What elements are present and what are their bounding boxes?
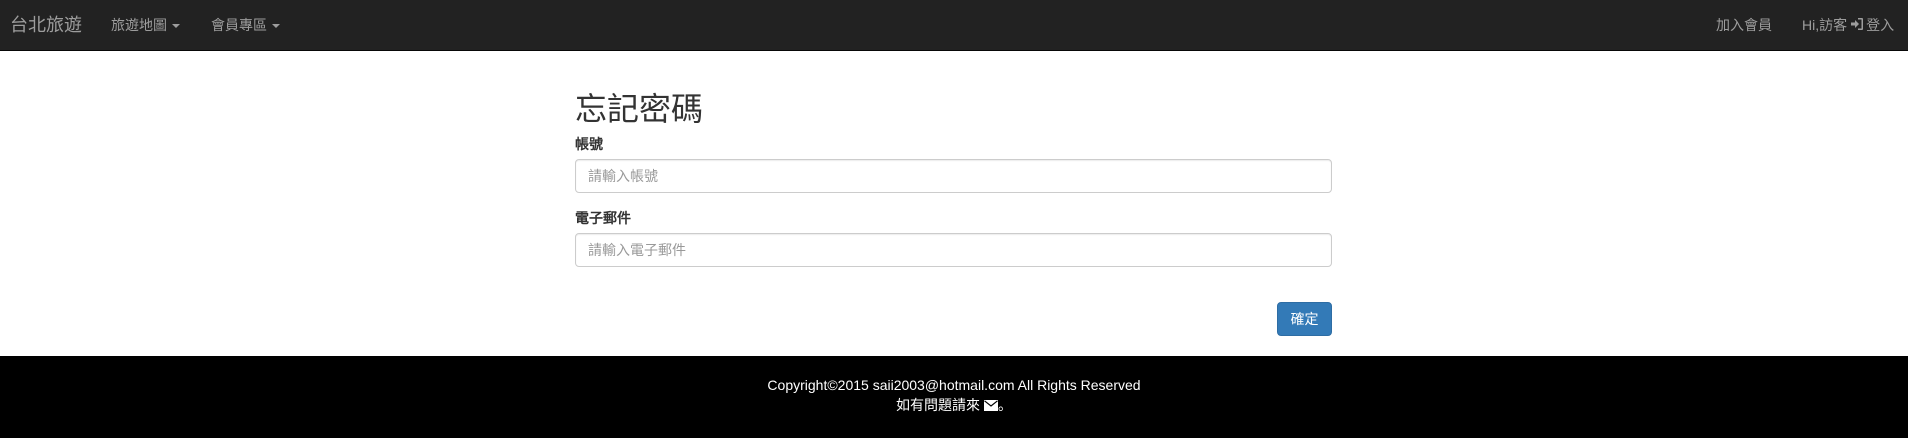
sign-in-icon [1851,18,1864,30]
greeting-text: Hi,訪客 [1802,17,1848,33]
contact-suffix: 。 [998,397,1012,413]
email-label: 電子郵件 [575,210,631,226]
top-navbar: 台北旅遊 旅遊地圖 會員專區 加入會員 Hi,訪客 登入 [0,0,1908,51]
account-label: 帳號 [575,136,603,152]
email-input[interactable] [575,233,1332,267]
menu-travel-map[interactable]: 旅遊地圖 [111,0,180,51]
login-link[interactable]: Hi,訪客 登入 [1802,0,1894,51]
caret-down-icon [172,24,180,29]
copyright-text: Copyright©2015 saii2003@hotmail.com All … [767,377,1141,393]
submit-button[interactable]: 確定 [1277,302,1332,336]
brand-link[interactable]: 台北旅遊 [10,0,82,51]
contact-line: 如有問題請來 。 [0,395,1908,415]
menu-member-area[interactable]: 會員專區 [211,0,280,51]
contact-text: 如有問題請來 [896,397,980,413]
caret-down-icon [272,24,280,29]
envelope-icon[interactable] [984,400,998,411]
login-label: 登入 [1866,17,1895,33]
page-footer: Copyright©2015 saii2003@hotmail.com All … [0,356,1908,438]
account-input[interactable] [575,159,1332,193]
menu-member-area-label: 會員專區 [211,17,267,33]
menu-travel-map-label: 旅遊地圖 [111,17,167,33]
page-title: 忘記密碼 [575,91,704,127]
join-member-link[interactable]: 加入會員 [1716,0,1772,51]
